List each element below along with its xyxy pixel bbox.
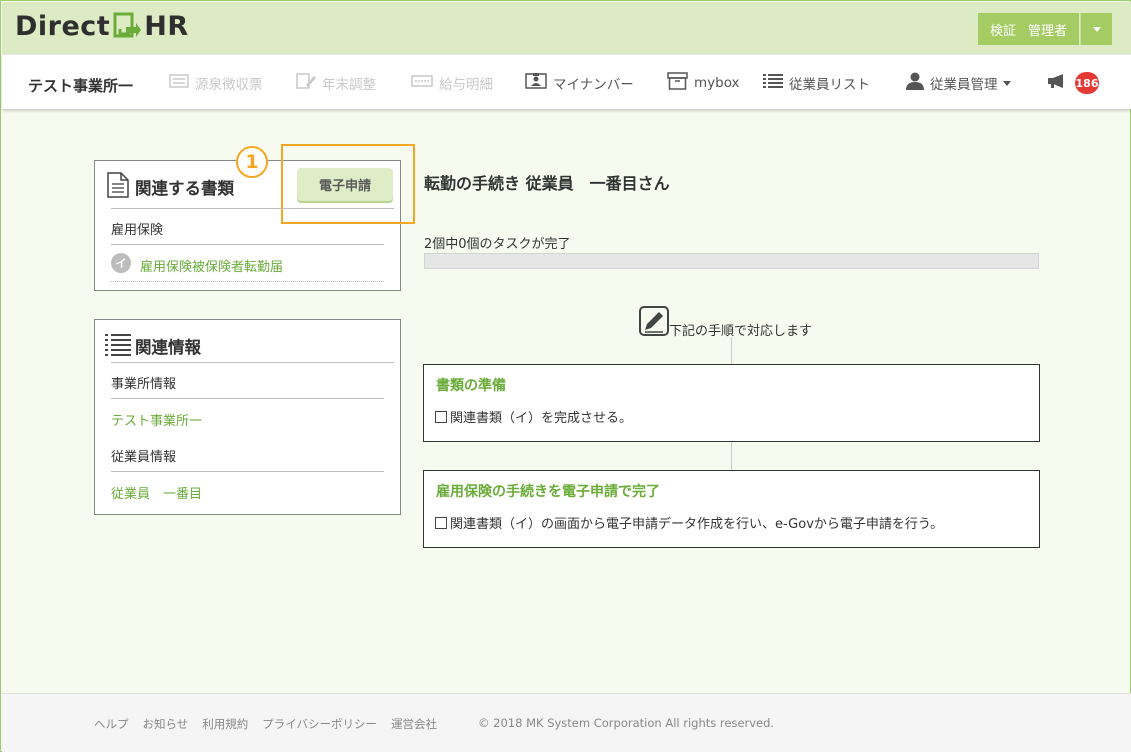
nav-label-withholding: 源泉徴収票: [195, 77, 263, 93]
nav-label-mynumber: マイナンバー: [553, 77, 634, 93]
logo-text-direct: Direct: [15, 10, 111, 42]
edit-doc-icon: [296, 73, 316, 93]
nav-label-employee-management: 従業員管理: [930, 77, 998, 93]
nav-label-payslip: 給与明細: [439, 77, 493, 93]
nav-item-employee-list[interactable]: 従業員リスト: [763, 72, 870, 94]
payslip-icon: [411, 75, 433, 91]
doc-marker-badge: イ: [111, 253, 131, 273]
divider: [111, 398, 384, 399]
divider: [111, 208, 394, 209]
task-title: 雇用保険の手続きを電子申請で完了: [436, 484, 660, 500]
nav-label-mybox: mybox: [694, 75, 740, 91]
task-checkbox[interactable]: [435, 516, 447, 529]
task-title: 書類の準備: [436, 378, 506, 394]
task-checkbox[interactable]: [435, 410, 447, 423]
admin-dropdown-toggle[interactable]: [1080, 13, 1112, 45]
pencil-note-icon: [639, 306, 669, 340]
nav-label-employee-list: 従業員リスト: [789, 77, 870, 93]
admin-verify-label: 検証: [989, 23, 1016, 39]
annotation-number-badge: 1: [236, 146, 268, 178]
connector-line: [731, 442, 732, 470]
task-card: 書類の準備 関連書類（イ）を完成させる。: [423, 364, 1040, 442]
footer-link-terms[interactable]: 利用規約: [202, 716, 248, 732]
nav-item-withholding[interactable]: 源泉徴収票: [169, 72, 263, 94]
footer: ヘルプ お知らせ 利用規約 プライバシーポリシー 運営会社 © 2018 MK …: [2, 693, 1131, 752]
megaphone-icon: [1047, 73, 1069, 93]
divider: [111, 244, 384, 245]
admin-menu: 検証 管理者: [977, 13, 1112, 45]
chevron-down-icon: [1002, 80, 1011, 86]
task-item-text: 関連書類（イ）の画面から電子申請データ作成を行い、e-Govから電子申請を行う。: [450, 517, 944, 532]
admin-name-label: 管理者: [1027, 23, 1067, 39]
list-icon: [763, 73, 783, 93]
related-info-title: 関連情報: [135, 338, 201, 357]
doc-category-employment-insurance: 雇用保険: [111, 223, 164, 238]
nav-label-year-end: 年末調整: [322, 77, 376, 93]
steps-intro: 下記の手順で対応します: [639, 306, 812, 340]
box-icon: [667, 72, 688, 94]
copyright-text: © 2018 MK System Corporation All rights …: [478, 716, 775, 730]
employee-info-link[interactable]: 従業員 一番目: [111, 483, 202, 502]
document-icon: [107, 172, 129, 202]
top-header: Direct HR 検証 管理者: [2, 2, 1131, 54]
employee-info-label: 従業員情報: [111, 450, 177, 465]
connector-line: [731, 337, 732, 364]
office-info-link[interactable]: テスト事業所一: [111, 410, 202, 429]
main-nav: テスト事業所一 源泉徴収票 年末調整 給与明細 マイナンバー mybox 従業員…: [2, 54, 1131, 109]
progress-bar: [424, 253, 1039, 269]
nav-item-employee-management[interactable]: 従業員管理: [906, 72, 1011, 94]
footer-links: ヘルプ お知らせ 利用規約 プライバシーポリシー 運営会社: [94, 716, 451, 732]
office-name[interactable]: テスト事業所一: [28, 75, 133, 96]
task-item-text: 関連書類（イ）を完成させる。: [450, 411, 633, 426]
office-info-label: 事業所情報: [111, 377, 177, 392]
footer-link-company[interactable]: 運営会社: [391, 716, 437, 732]
directhr-logo[interactable]: Direct HR: [15, 10, 189, 42]
user-icon: [906, 72, 924, 94]
admin-button[interactable]: 検証 管理者: [977, 13, 1079, 45]
doc-link-transfer-notice[interactable]: 雇用保険被保険者転勤届: [140, 256, 283, 275]
receipt-icon: [169, 74, 189, 92]
footer-link-privacy[interactable]: プライバシーポリシー: [262, 716, 377, 732]
divider: [111, 471, 384, 472]
logo-doc-arrow-icon: [112, 10, 142, 42]
nav-item-mynumber[interactable]: マイナンバー: [525, 72, 634, 94]
task-card: 雇用保険の手続きを電子申請で完了 関連書類（イ）の画面から電子申請データ作成を行…: [423, 470, 1040, 548]
notification-badge[interactable]: 186: [1075, 72, 1099, 94]
notifications-button[interactable]: [1047, 72, 1069, 94]
highlight-frame: [281, 144, 415, 224]
id-card-icon: [525, 73, 547, 93]
app-frame: Direct HR 検証 管理者 テスト事業所一 源泉徴収票 年末調整 給与明細…: [0, 0, 1131, 752]
footer-link-news[interactable]: お知らせ: [143, 716, 189, 732]
steps-intro-text: 下記の手順で対応します: [669, 324, 813, 339]
logo-text-hr: HR: [144, 10, 189, 42]
divider: [111, 281, 384, 282]
page-title: 転勤の手続き 従業員 一番目さん: [424, 174, 670, 193]
related-documents-title: 関連する書類: [135, 179, 234, 198]
caret-down-icon: [1092, 26, 1101, 32]
task-item[interactable]: 関連書類（イ）を完成させる。: [435, 407, 632, 426]
nav-item-year-end[interactable]: 年末調整: [296, 72, 376, 94]
task-item[interactable]: 関連書類（イ）の画面から電子申請データ作成を行い、e-Govから電子申請を行う。: [435, 513, 943, 532]
progress-text: 2個中0個のタスクが完了: [424, 237, 571, 252]
nav-item-payslip[interactable]: 給与明細: [411, 72, 493, 94]
nav-item-mybox[interactable]: mybox: [667, 72, 740, 94]
footer-link-help[interactable]: ヘルプ: [94, 716, 129, 732]
divider: [111, 362, 394, 363]
list-icon: [105, 333, 131, 361]
